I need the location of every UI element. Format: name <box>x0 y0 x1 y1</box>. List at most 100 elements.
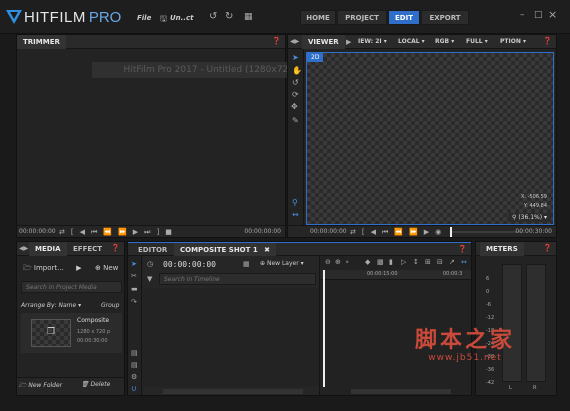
viewer-canvas[interactable]: 2D X: -506.59 Y: 449.84 ⚲ (36.1%) ▾ <box>306 52 554 225</box>
step-back-icon[interactable]: ⏪ <box>103 226 112 238</box>
insert-icon[interactable]: ■ <box>165 226 172 238</box>
track-tool-icon[interactable]: ▤ <box>131 349 138 357</box>
select-tool-icon[interactable]: ➤ <box>131 260 137 268</box>
settings-tool-icon[interactable]: ⚙ <box>131 373 137 381</box>
loop-icon[interactable]: ⇄ <box>350 226 356 238</box>
help-icon[interactable]: ❓ <box>111 244 120 252</box>
undo-icon[interactable]: ↺ <box>209 11 217 22</box>
media-item[interactable]: ❐ Composite 1280 x 720 p 00:00:30:00 <box>21 313 122 353</box>
resolution-dropdown[interactable]: FULL ▾ <box>466 38 488 45</box>
save-icon[interactable]: 🖫 <box>160 13 167 27</box>
range-icon[interactable]: ▷ <box>401 258 406 266</box>
viewer-playhead[interactable] <box>450 227 452 237</box>
maximize-button[interactable]: □ <box>534 10 543 20</box>
close-tab-icon[interactable]: ✖ <box>264 246 270 254</box>
redo-icon[interactable]: ↻ <box>225 11 233 22</box>
zoom-control[interactable]: ⚲ (36.1%) ▾ <box>508 213 551 222</box>
tab-effects[interactable]: EFFECT <box>69 242 109 256</box>
prev-frame-icon[interactable]: ◀ <box>371 226 376 238</box>
help-icon[interactable]: ❓ <box>543 37 552 45</box>
keyframe-next-icon[interactable]: ⊕ <box>335 258 341 266</box>
help-icon[interactable]: ❓ <box>272 37 281 45</box>
nav-export[interactable]: EXPORT <box>421 10 469 25</box>
arrange-dropdown[interactable]: Arrange By: Name ▾ <box>21 302 81 309</box>
zoom-tool-icon[interactable]: ⚲ <box>292 198 298 207</box>
in-point-icon[interactable]: [ <box>71 226 74 238</box>
skip-start-icon[interactable]: ⏮ <box>91 226 97 238</box>
new-button[interactable]: ⊕ New <box>95 262 118 274</box>
pen-tool-icon[interactable]: ✎ <box>292 116 299 125</box>
nav-edit[interactable]: EDIT <box>388 10 420 25</box>
layer-list-area[interactable] <box>143 288 319 387</box>
nav-project[interactable]: PROJECT <box>337 10 387 25</box>
viewer-nav-arrow[interactable]: ▶ <box>346 38 351 46</box>
step-forward-icon[interactable]: ⏩ <box>409 226 418 238</box>
close-button[interactable]: × <box>548 8 557 21</box>
link-tool-icon[interactable]: ↭ <box>292 210 299 219</box>
record-icon[interactable]: ◉ <box>435 226 441 238</box>
tab-media[interactable]: MEDIA <box>29 242 67 256</box>
slice-tool-icon[interactable]: ✂ <box>131 272 137 280</box>
play-icon[interactable]: ▶ <box>424 226 429 238</box>
new-layer-button[interactable]: ⊕ New Layer ▾ <box>260 260 304 267</box>
grid-layout-icon[interactable]: ▦ <box>244 12 253 22</box>
select-tool-icon[interactable]: ➤ <box>292 53 299 62</box>
orbit-tool-icon[interactable]: ↺ <box>292 78 299 87</box>
filter-icon[interactable]: ▼ <box>147 275 152 283</box>
link-icon[interactable]: ↭ <box>461 258 467 266</box>
ripple-tool-icon[interactable]: ↷ <box>131 298 137 306</box>
play-icon[interactable]: ▶ <box>133 226 138 238</box>
in-point-icon[interactable]: [ <box>362 226 365 238</box>
rgb-dropdown[interactable]: RGB ▾ <box>435 38 454 45</box>
file-menu[interactable]: File <box>137 14 151 22</box>
magnet-tool-icon[interactable]: ∪ <box>131 384 137 393</box>
delete-button[interactable]: 🗑 Delete <box>81 381 110 388</box>
step-forward-icon[interactable]: ⏩ <box>118 226 127 238</box>
graph-icon[interactable]: ↗ <box>449 258 455 266</box>
playhead[interactable] <box>323 270 325 387</box>
pan-tool-icon[interactable]: ✋ <box>292 66 302 75</box>
help-icon[interactable]: ❓ <box>543 244 552 252</box>
group-dropdown[interactable]: Group <box>101 302 119 309</box>
skip-start-icon[interactable]: ⏮ <box>382 226 388 238</box>
nav-home[interactable]: HOME <box>300 10 336 25</box>
prev-frame-icon[interactable]: ◀ <box>80 226 85 238</box>
tab-trimmer[interactable]: TRIMMER <box>17 35 66 49</box>
timeline-ruler[interactable]: 00:00:15:00 00:00:3 <box>321 270 471 280</box>
step-back-icon[interactable]: ⏪ <box>394 226 403 238</box>
track2-tool-icon[interactable]: ▤ <box>131 361 138 369</box>
zoom-out-icon[interactable]: ⊟ <box>437 258 443 266</box>
step-icon[interactable]: ▮ <box>389 258 393 266</box>
panel-collapse-icon[interactable]: ◀▶ <box>19 245 28 252</box>
viewer-scrub-bar[interactable] <box>450 231 522 233</box>
options-dropdown[interactable]: PTION ▾ <box>500 38 526 45</box>
tab-viewer[interactable]: VIEWER <box>302 35 345 49</box>
badge-2d[interactable]: 2D <box>307 53 324 62</box>
view-dropdown[interactable]: IEW: 2I ▾ <box>358 38 387 45</box>
import-button[interactable]: 🗁 Import... ▶ <box>23 262 81 274</box>
keyframe-prev-icon[interactable]: ⊖ <box>325 258 331 266</box>
media-search-input[interactable] <box>21 281 122 293</box>
skip-end-icon[interactable]: ⏭ <box>144 226 150 238</box>
rotate-tool-icon[interactable]: ⟳ <box>292 90 299 99</box>
marker-icon[interactable]: ∘ <box>345 258 349 266</box>
zoom-in-icon[interactable]: ⊞ <box>425 258 431 266</box>
slip-tool-icon[interactable]: ▬ <box>131 285 138 293</box>
fit-icon[interactable]: ↕ <box>413 258 419 266</box>
track-scrollbar[interactable] <box>351 389 451 394</box>
move-tool-icon[interactable]: ✥ <box>291 102 298 111</box>
block-icon[interactable]: ▩ <box>377 258 384 266</box>
local-dropdown[interactable]: LOCAL ▾ <box>398 38 425 45</box>
panel-collapse-icon[interactable]: ◀▶ <box>290 38 299 45</box>
diamond-icon[interactable]: ◆ <box>365 258 370 266</box>
minimize-button[interactable]: – <box>520 10 525 20</box>
tab-meters[interactable]: METERS <box>480 242 524 256</box>
timeline-search-input[interactable] <box>159 273 316 285</box>
new-folder-button[interactable]: 🗁 New Folder <box>19 381 62 391</box>
out-point-icon[interactable]: ] <box>156 226 159 238</box>
tab-composite-shot[interactable]: COMPOSITE SHOT 1 ✖ <box>174 243 277 257</box>
layer-menu-icon[interactable]: ▦ <box>243 260 250 268</box>
layer-pane-scrollbar[interactable] <box>163 389 303 394</box>
help-icon[interactable]: ❓ <box>458 245 467 253</box>
tab-editor[interactable]: EDITOR <box>132 243 173 257</box>
